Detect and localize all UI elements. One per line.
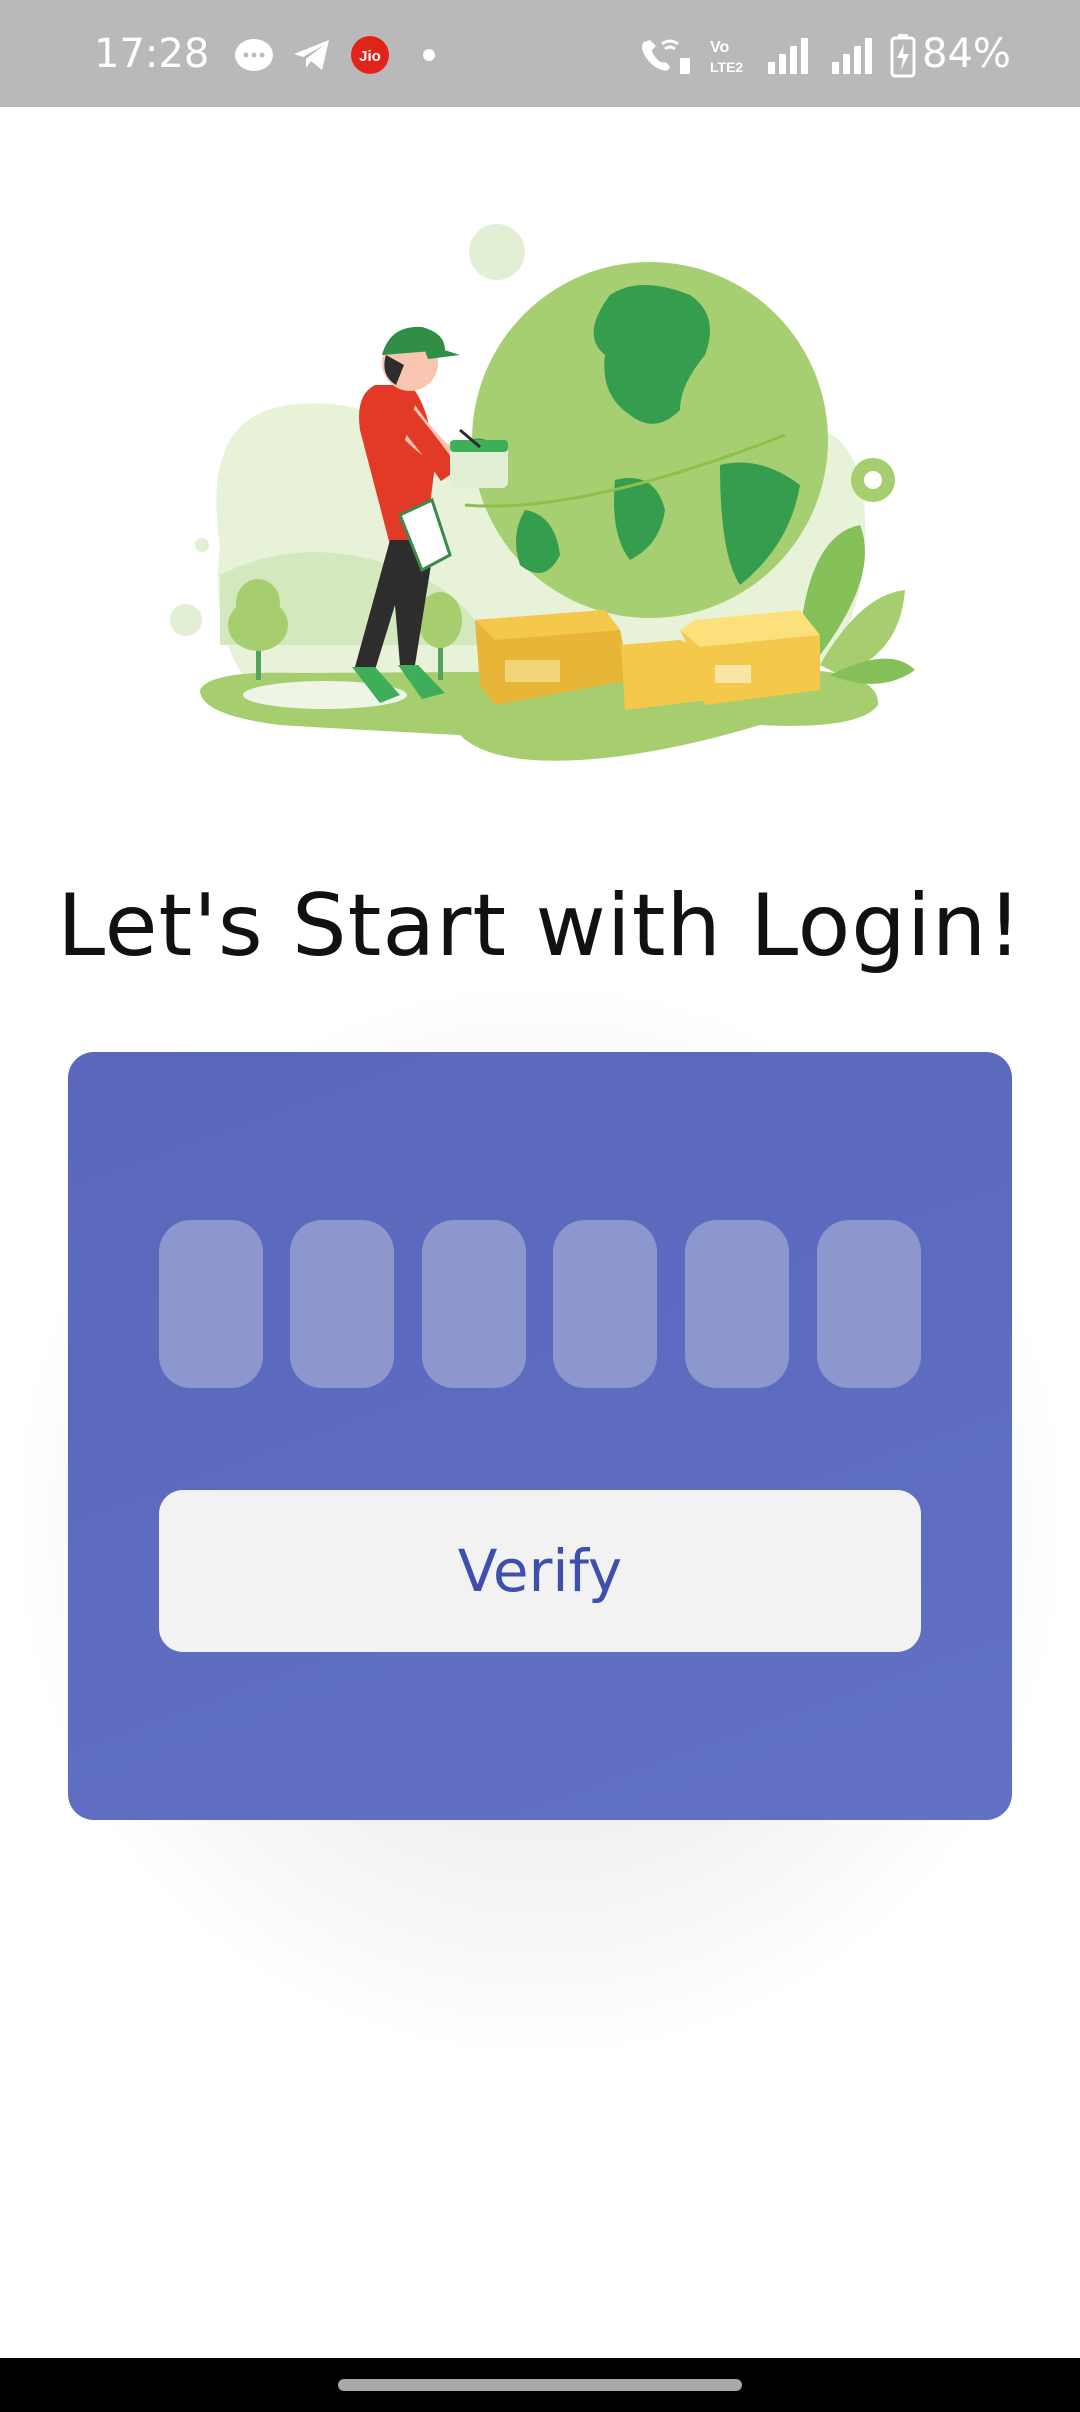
status-time: 17:28 xyxy=(94,31,210,77)
otp-input-row xyxy=(159,1220,921,1388)
otp-digit-4[interactable] xyxy=(553,1220,657,1388)
svg-text:LTE2: LTE2 xyxy=(710,59,743,75)
wifi-calling-icon xyxy=(642,39,690,74)
telegram-icon xyxy=(294,40,329,70)
jio-label: Jio xyxy=(359,48,381,65)
battery-charging-icon xyxy=(890,34,916,78)
volte2-icon: Vo LTE2 xyxy=(710,39,743,75)
battery-percent: 84% xyxy=(922,31,1011,77)
otp-card: Verify xyxy=(68,1052,1012,1820)
otp-digit-6[interactable] xyxy=(817,1220,921,1388)
jio-icon: Jio xyxy=(351,36,389,74)
navigation-bar xyxy=(0,2358,1080,2412)
status-bar: 17:28 Jio Vo LTE2 84% xyxy=(0,0,1080,107)
chat-bubble-icon xyxy=(235,39,273,71)
otp-digit-5[interactable] xyxy=(685,1220,789,1388)
otp-digit-3[interactable] xyxy=(422,1220,526,1388)
verify-button[interactable]: Verify xyxy=(159,1490,921,1652)
otp-digit-2[interactable] xyxy=(290,1220,394,1388)
otp-digit-1[interactable] xyxy=(159,1220,263,1388)
home-indicator[interactable] xyxy=(338,2379,742,2391)
svg-text:Vo: Vo xyxy=(710,39,729,56)
page-title: Let's Start with Login! xyxy=(57,876,1023,976)
signal-1-icon xyxy=(768,38,808,74)
delivery-man-globe-illustration xyxy=(170,224,915,761)
signal-2-icon xyxy=(832,38,872,74)
dot-icon xyxy=(423,49,435,61)
